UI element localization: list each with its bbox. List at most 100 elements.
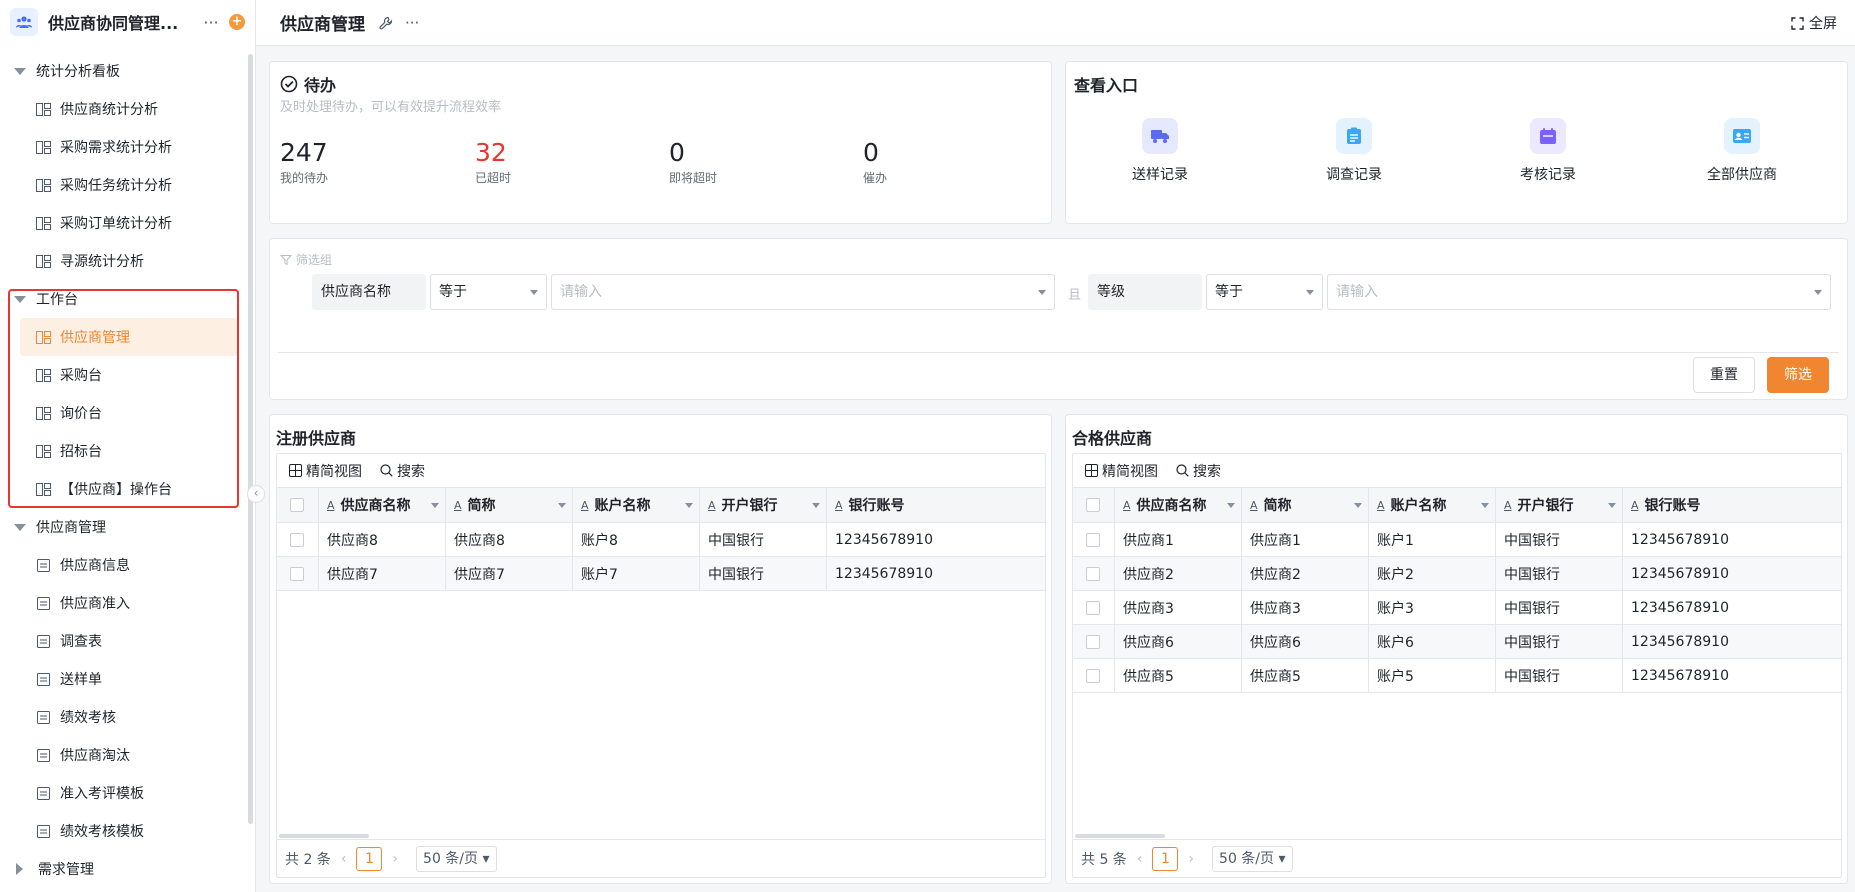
row-checkbox-cell[interactable] <box>1073 557 1115 590</box>
stat-overdue[interactable]: 32 已超时 <box>475 138 511 186</box>
entry-sample-records[interactable]: 送样记录 <box>1100 118 1220 184</box>
menu-group-statistics[interactable]: 统计分析看板 <box>0 52 246 90</box>
table-cell[interactable]: 供应商1 <box>1115 523 1242 556</box>
filter-button[interactable]: 筛选 <box>1767 357 1829 393</box>
column-header[interactable]: A 简称 <box>1242 488 1369 522</box>
row-checkbox-cell[interactable] <box>1073 523 1115 556</box>
stat-urged[interactable]: 0 催办 <box>863 138 887 186</box>
table-cell[interactable]: 中国银行 <box>1496 591 1623 624</box>
sidebar-item-order-stats[interactable]: 采购订单统计分析 <box>20 204 238 242</box>
table-cell[interactable]: 12345678910 <box>1623 625 1841 658</box>
table-cell[interactable]: 供应商3 <box>1242 591 1369 624</box>
table-cell[interactable]: 账户8 <box>573 523 700 556</box>
sidebar-item-supplier-info[interactable]: 供应商信息 <box>20 546 238 584</box>
table-cell[interactable]: 12345678910 <box>1623 523 1841 556</box>
sidebar-item-supplier-admission[interactable]: 供应商准入 <box>20 584 238 622</box>
more-icon[interactable]: ··· <box>199 13 223 32</box>
table-cell[interactable]: 供应商2 <box>1242 557 1369 590</box>
table-cell[interactable]: 账户6 <box>1369 625 1496 658</box>
sidebar-item-sourcing-stats[interactable]: 寻源统计分析 <box>20 242 238 280</box>
sidebar-item-supplier-stats[interactable]: 供应商统计分析 <box>20 90 238 128</box>
table-cell[interactable]: 供应商8 <box>446 523 573 556</box>
sidebar-item-purchase-desk[interactable]: 采购台 <box>20 356 238 394</box>
table-cell[interactable]: 供应商3 <box>1115 591 1242 624</box>
next-page-icon[interactable]: › <box>392 851 398 867</box>
row-checkbox-cell[interactable] <box>1073 625 1115 658</box>
table-cell[interactable]: 12345678910 <box>1623 659 1841 692</box>
table-cell[interactable]: 供应商6 <box>1242 625 1369 658</box>
table-row[interactable]: 供应商3 供应商3 账户3 中国银行 12345678910 <box>1073 591 1841 625</box>
stat-due-soon[interactable]: 0 即将超时 <box>669 138 717 186</box>
table-row[interactable]: 供应商7 供应商7 账户7 中国银行 12345678910 <box>277 557 1045 591</box>
table-cell[interactable]: 12345678910 <box>827 557 1045 590</box>
page-number-button[interactable]: 1 <box>356 846 383 871</box>
table-cell[interactable]: 中国银行 <box>1496 523 1623 556</box>
select-all-checkbox[interactable] <box>290 498 304 512</box>
table-row[interactable]: 供应商2 供应商2 账户2 中国银行 12345678910 <box>1073 557 1841 591</box>
row-checkbox[interactable] <box>1086 566 1100 581</box>
menu-group-supplier-management[interactable]: 供应商管理 <box>0 508 246 546</box>
select-all-checkbox[interactable] <box>1086 498 1100 512</box>
column-header[interactable]: A 供应商名称 <box>1115 488 1242 522</box>
table-cell[interactable]: 供应商2 <box>1115 557 1242 590</box>
search-button[interactable]: 搜索 <box>380 461 425 481</box>
sidebar-item-task-stats[interactable]: 采购任务统计分析 <box>20 166 238 204</box>
table-cell[interactable]: 供应商5 <box>1115 659 1242 692</box>
sidebar-item-performance[interactable]: 绩效考核 <box>20 698 238 736</box>
chevron-down-icon[interactable] <box>1608 503 1616 508</box>
filter-value-input[interactable]: 请输入 <box>551 274 1055 310</box>
sidebar-item-supplier-management[interactable]: 供应商管理 <box>20 318 238 356</box>
horizontal-scrollbar[interactable] <box>279 834 369 838</box>
sidebar-item-inquiry-desk[interactable]: 询价台 <box>20 394 238 432</box>
table-cell[interactable]: 中国银行 <box>700 557 827 590</box>
sidebar-item-supplier-console[interactable]: 【供应商】操作台 <box>20 470 238 508</box>
sidebar-item-elimination[interactable]: 供应商淘汰 <box>20 736 238 774</box>
row-checkbox[interactable] <box>1086 668 1100 683</box>
compact-view-button[interactable]: 精简视图 <box>1085 461 1158 481</box>
table-cell[interactable]: 账户3 <box>1369 591 1496 624</box>
filter-field-grade[interactable]: 等级 <box>1088 274 1202 310</box>
table-cell[interactable]: 账户1 <box>1369 523 1496 556</box>
table-cell[interactable]: 供应商8 <box>319 523 446 556</box>
menu-group-demand-management[interactable]: 需求管理 <box>0 850 246 888</box>
collapse-sidebar-button[interactable]: ‹ <box>247 485 265 503</box>
row-checkbox[interactable] <box>1086 600 1100 615</box>
select-all-checkbox-cell[interactable] <box>277 488 319 522</box>
sidebar-item-performance-template[interactable]: 绩效考核模板 <box>20 812 238 850</box>
column-header[interactable]: A 开户银行 <box>1496 488 1623 522</box>
row-checkbox[interactable] <box>290 532 304 547</box>
table-cell[interactable]: 供应商6 <box>1115 625 1242 658</box>
reset-button[interactable]: 重置 <box>1693 357 1755 393</box>
filter-operator-select[interactable]: 等于 <box>430 274 547 310</box>
table-cell[interactable]: 供应商7 <box>319 557 446 590</box>
table-cell[interactable]: 12345678910 <box>1623 557 1841 590</box>
column-header[interactable]: A 简称 <box>446 488 573 522</box>
fullscreen-button[interactable]: 全屏 <box>1791 13 1837 33</box>
filter-operator-select[interactable]: 等于 <box>1206 274 1323 310</box>
horizontal-scrollbar[interactable] <box>1075 834 1165 838</box>
chevron-down-icon[interactable] <box>685 503 693 508</box>
row-checkbox-cell[interactable] <box>1073 591 1115 624</box>
page-size-select[interactable]: 50 条/页 ▾ <box>1212 845 1293 872</box>
page-number-button[interactable]: 1 <box>1152 846 1179 871</box>
table-cell[interactable]: 中国银行 <box>700 523 827 556</box>
chevron-down-icon[interactable] <box>1227 503 1235 508</box>
add-icon[interactable]: + <box>229 14 245 30</box>
table-cell[interactable]: 供应商5 <box>1242 659 1369 692</box>
row-checkbox[interactable] <box>290 566 304 581</box>
row-checkbox-cell[interactable] <box>277 523 319 556</box>
table-cell[interactable]: 供应商1 <box>1242 523 1369 556</box>
table-row[interactable]: 供应商5 供应商5 账户5 中国银行 12345678910 <box>1073 659 1841 693</box>
sidebar-item-demand-stats[interactable]: 采购需求统计分析 <box>20 128 238 166</box>
filter-field-supplier-name[interactable]: 供应商名称 <box>312 274 426 310</box>
prev-page-icon[interactable]: ‹ <box>341 851 347 867</box>
column-header[interactable]: A 账户名称 <box>1369 488 1496 522</box>
table-cell[interactable]: 账户5 <box>1369 659 1496 692</box>
table-cell[interactable]: 中国银行 <box>1496 625 1623 658</box>
chevron-down-icon[interactable] <box>1354 503 1362 508</box>
row-checkbox[interactable] <box>1086 634 1100 649</box>
row-checkbox-cell[interactable] <box>1073 659 1115 692</box>
wrench-icon[interactable] <box>379 16 393 30</box>
chevron-down-icon[interactable] <box>1481 503 1489 508</box>
menu-group-workbench[interactable]: 工作台 <box>0 280 246 318</box>
